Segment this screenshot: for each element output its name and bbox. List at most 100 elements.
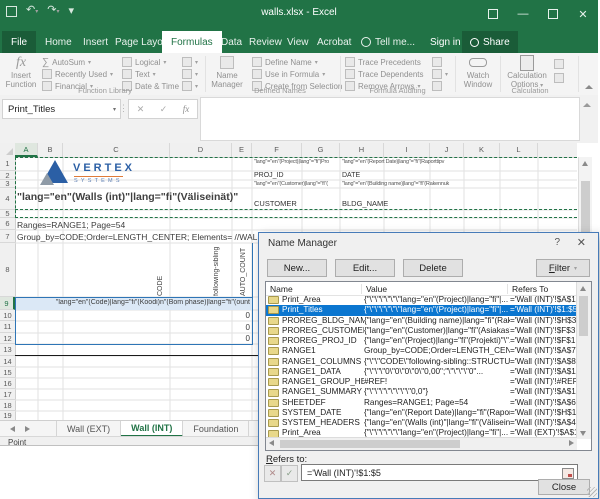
prev-sheet-icon[interactable]	[10, 426, 15, 432]
calculate-now-icon	[554, 59, 564, 69]
list-vscroll-thumb[interactable]	[579, 296, 588, 336]
expand-formula-bar-icon[interactable]	[583, 103, 591, 107]
minimize-button[interactable]: —	[508, 0, 538, 28]
cancel-entry-icon[interactable]: ✕	[137, 104, 145, 115]
trace-precedents-button[interactable]: Trace Precedents	[345, 57, 421, 67]
cell-a4[interactable]: "lang="en"(Walls (int)"|lang="fi"(Välise…	[17, 191, 251, 203]
use-in-formula-button[interactable]: Use in Formula ▾	[252, 69, 325, 79]
cell-h2[interactable]: DATE	[342, 172, 422, 179]
name-row[interactable]: RANGE1_COLUMNS {"\"\"CODE\"following-sib…	[266, 357, 577, 367]
list-hscroll-thumb[interactable]	[280, 440, 460, 448]
cell-f10[interactable]: 0	[210, 311, 250, 320]
name-box-dropdown-icon[interactable]: ▾	[113, 106, 116, 113]
sheet-tab-wall-ext[interactable]: Wall (EXT)	[56, 421, 122, 437]
names-list-header[interactable]: Name Value Refers To	[266, 282, 591, 296]
watch-window-button[interactable]: Watch Window	[458, 55, 498, 89]
close-dialog-button[interactable]: Close	[538, 479, 590, 495]
dialog-title-bar[interactable]: Name Manager ? ✕	[259, 233, 598, 253]
insert-function-fx-icon[interactable]: fx	[183, 104, 190, 114]
define-name-button[interactable]: Define Name ▾	[252, 57, 318, 67]
name-manager-button[interactable]: Name Manager	[208, 55, 246, 89]
name-box[interactable]: Print_Titles ▾	[2, 99, 121, 119]
next-sheet-icon[interactable]	[25, 426, 30, 432]
name-row[interactable]: SYSTEM_HEADERS {"lang="en"(Walls (int)"|…	[266, 418, 577, 428]
maximize-button[interactable]	[538, 0, 568, 28]
autosum-button[interactable]: ∑ AutoSum ▾	[42, 57, 91, 68]
name-row[interactable]: PROREG_PROJ_ID {"lang="en"(Project)|lang…	[266, 336, 577, 346]
cell-h4[interactable]: BLDG_NAME	[342, 199, 426, 208]
name-row[interactable]: RANGE1_SUMMARY {"\"\"\"\"\"\"\"\"0,0"} =…	[266, 387, 577, 397]
recently-used-button[interactable]: Recently Used ▾	[42, 69, 113, 79]
defined-name-tag-icon	[268, 398, 279, 407]
names-list[interactable]: Name Value Refers To Print_Area {"\"\"\"…	[265, 281, 592, 451]
name-row[interactable]: PROREG_BLDG_NAME {"lang="en"(Building na…	[266, 316, 577, 326]
list-scroll-left-icon[interactable]	[269, 440, 274, 446]
name-row[interactable]: SHEETDEF Ranges=RANGE1; Page=54 ='Wall (…	[266, 398, 577, 408]
cell-e8-vertical[interactable]: AUTO_COUNT	[240, 246, 247, 296]
column-header-name[interactable]: Name	[266, 283, 362, 294]
cell-f11[interactable]: 0	[210, 323, 250, 332]
trace-dependents-button[interactable]: Trace Dependents	[345, 69, 424, 79]
sheet-tab-wall-int[interactable]: Wall (INT)	[121, 421, 184, 437]
cell-f3[interactable]: "lang"="en"(Customer)|lang"="fi"(	[254, 181, 338, 187]
calculate-sheet-button[interactable]	[554, 73, 564, 83]
error-checking-button[interactable]: ▾	[432, 69, 448, 79]
tab-file[interactable]: File	[2, 31, 37, 53]
scroll-up-icon[interactable]	[582, 161, 588, 166]
calculation-options-button[interactable]: Calculation Options ▾	[504, 54, 550, 89]
edit-button[interactable]: Edit...	[335, 259, 395, 277]
tell-me-box[interactable]: Tell me...	[352, 31, 424, 53]
cell-row9[interactable]: "lang="en"(Code)|lang="fi"(Koodi)n"(Bom …	[16, 299, 250, 306]
cell-f4[interactable]: CUSTOMER	[254, 199, 338, 208]
list-horizontal-scrollbar[interactable]	[266, 437, 577, 450]
lookup-reference-button[interactable]: ▾	[182, 57, 198, 67]
cell-h3[interactable]: "lang"="en"(Building name)|lang"="fi"(Ra…	[342, 181, 520, 187]
cell-d8-vertical[interactable]: following-sibling	[213, 246, 220, 296]
collapse-ribbon-icon[interactable]	[585, 85, 593, 89]
cell-a6[interactable]: Ranges=RANGE1; Page=54	[17, 220, 257, 230]
sheet-tab-foundation[interactable]: Foundation	[183, 421, 250, 437]
logical-button[interactable]: Logical ▾	[122, 57, 166, 67]
ribbon-display-options-icon[interactable]	[478, 0, 508, 28]
cell-h1[interactable]: "lang"="en"(Report Date)|lang"="fi"(Rapo…	[342, 159, 520, 165]
sign-in-link[interactable]: Sign in	[430, 31, 461, 53]
cell-f12[interactable]: 0	[210, 334, 250, 343]
enter-entry-icon[interactable]: ✓	[160, 104, 168, 115]
new-button[interactable]: New...	[267, 259, 327, 277]
cell-f2[interactable]: PROJ_ID	[254, 172, 334, 179]
share-button[interactable]: Share	[462, 31, 518, 53]
list-scroll-right-icon[interactable]	[569, 440, 574, 446]
column-header-value[interactable]: Value	[362, 283, 508, 294]
name-row[interactable]: Print_Area {"\"\"\"\"\"\"lang="en"(Proje…	[266, 295, 577, 305]
name-row[interactable]: RANGE1_GROUP_HEAD... #REF! ='Wall (INT)'…	[266, 377, 577, 387]
resize-grip[interactable]	[587, 487, 597, 497]
show-formulas-button[interactable]	[432, 57, 442, 67]
defined-name-tag-icon	[268, 337, 279, 346]
list-vertical-scrollbar[interactable]	[576, 282, 591, 439]
name-row[interactable]: RANGE1_DATA {"\"\"\"0\"0\"0\"0\"0,00";"\…	[266, 367, 577, 377]
cell-c8-vertical[interactable]: CODE	[157, 246, 164, 296]
refers-to-field[interactable]: ='Wall (INT)'!$1:$5	[301, 464, 578, 481]
name-row[interactable]: Print_Titles {"\"\"\"\"\"\"lang="en"(Pro…	[266, 305, 577, 316]
calculate-now-button[interactable]	[554, 59, 564, 69]
name-row[interactable]: RANGE1 Group_by=CODE;Order=LENGTH_CENTER…	[266, 346, 577, 356]
list-scroll-down-icon[interactable]	[580, 431, 586, 436]
name-manager-dialog[interactable]: Name Manager ? ✕ New... Edit... Delete F…	[258, 232, 599, 499]
dialog-close-icon[interactable]: ✕	[577, 236, 586, 249]
scrollbar-thumb[interactable]	[581, 181, 590, 237]
collapse-dialog-range-icon[interactable]	[562, 468, 574, 479]
cell-f1[interactable]: "lang"="en"(Project)|lang"="fi"|Pro	[254, 159, 338, 165]
delete-button[interactable]: Delete	[403, 259, 463, 277]
formula-input[interactable]	[200, 97, 580, 141]
more-functions-button[interactable]: ▾	[182, 81, 198, 91]
math-trig-button[interactable]: ▾	[182, 69, 198, 79]
dialog-help-icon[interactable]: ?	[554, 237, 560, 248]
text-button[interactable]: Text ▾	[122, 69, 156, 79]
list-scroll-up-icon[interactable]	[580, 286, 586, 291]
insert-function-button[interactable]: fx Insert Function	[4, 55, 38, 90]
close-button[interactable]: ✕	[568, 0, 598, 28]
name-row[interactable]: SYSTEM_DATE {"lang="en"(Report Date)|lan…	[266, 408, 577, 418]
filter-button[interactable]: Filter ▾	[536, 259, 590, 277]
name-row[interactable]: PROREG_CUSTOMER {"lang="en"(Customer)|la…	[266, 326, 577, 336]
name-box-splitter[interactable]: ⋮	[119, 103, 128, 114]
